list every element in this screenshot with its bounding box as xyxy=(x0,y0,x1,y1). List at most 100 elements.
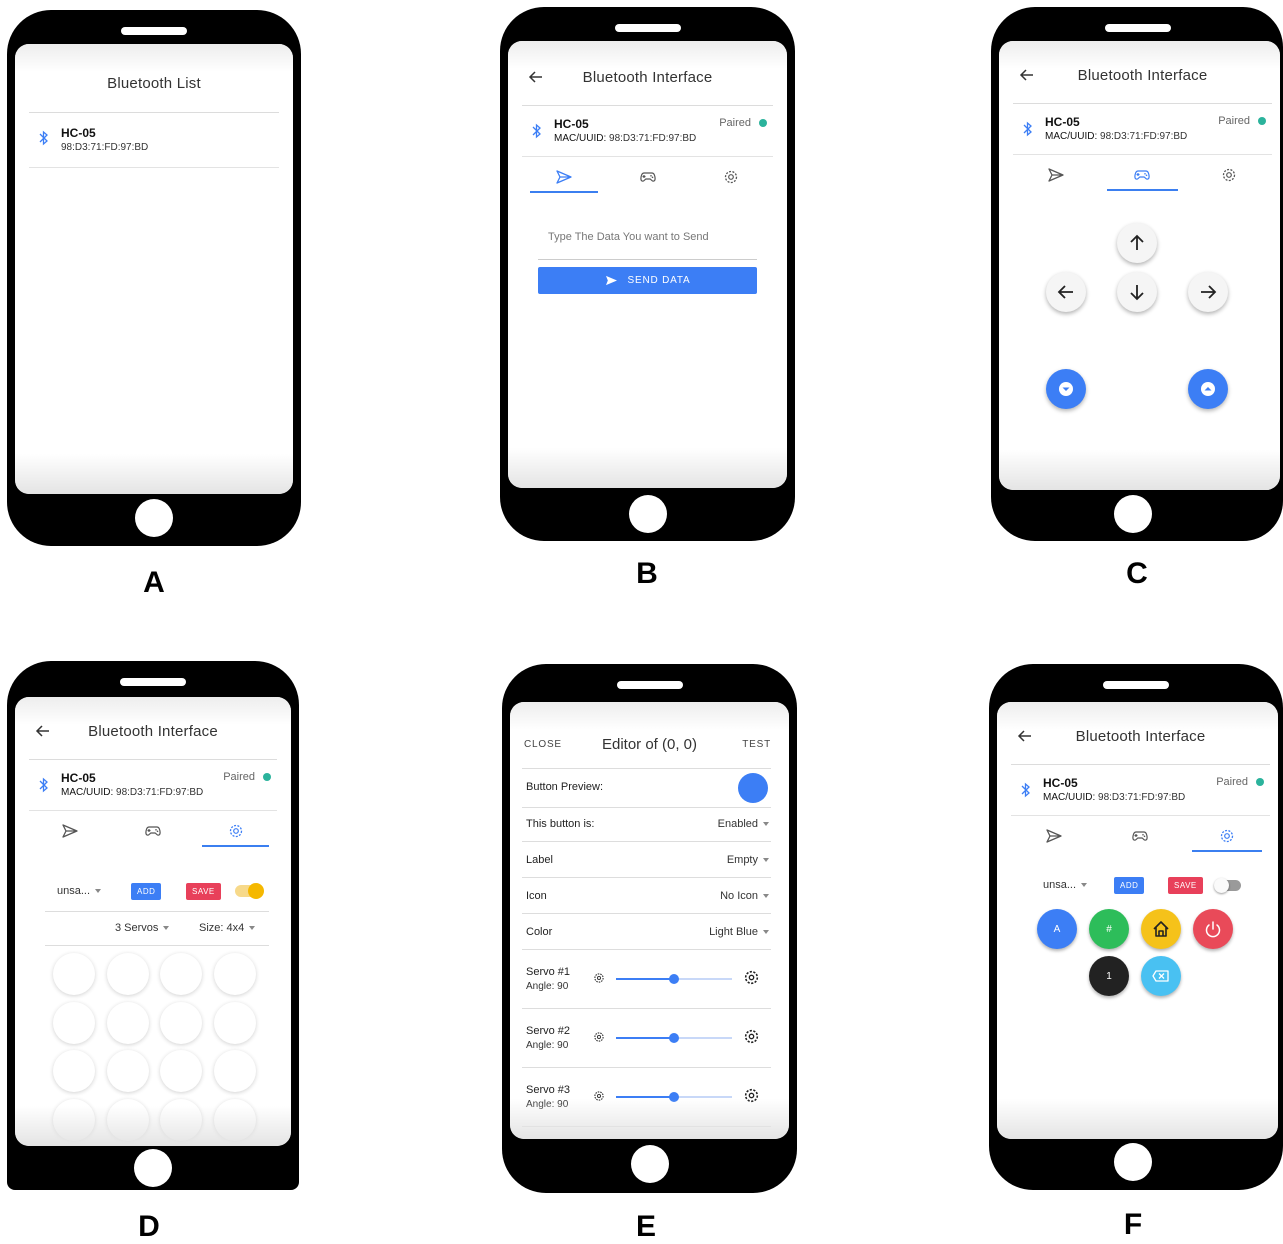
data-input[interactable]: Type The Data You want to Send xyxy=(538,225,757,260)
layout-select[interactable]: unsa... xyxy=(1043,879,1088,891)
tab-settings[interactable] xyxy=(1186,155,1272,195)
empty-grid-button[interactable] xyxy=(160,1001,202,1044)
property-value[interactable]: Empty xyxy=(727,854,769,866)
servo-min-icon[interactable] xyxy=(593,972,605,987)
home-button[interactable] xyxy=(1114,1143,1152,1181)
down-button[interactable] xyxy=(1117,272,1157,312)
speaker xyxy=(616,681,683,689)
page-title: Bluetooth Interface xyxy=(1077,66,1208,84)
app-bar: Bluetooth Interface xyxy=(1011,708,1270,765)
device-list-item[interactable]: HC-05 98:D3:71:FD:97:BD xyxy=(29,113,279,168)
empty-grid-button[interactable] xyxy=(160,953,202,995)
screen: Bluetooth Interface HC-05 MAC/UUID: 98:D… xyxy=(999,41,1280,490)
bluetooth-icon xyxy=(1021,782,1030,798)
chevron-down-icon xyxy=(763,822,769,827)
empty-grid-button[interactable] xyxy=(213,1050,256,1092)
servo-min-icon[interactable] xyxy=(593,1090,605,1105)
home-button[interactable] xyxy=(134,1149,172,1187)
servo-slider-fill xyxy=(616,1096,674,1098)
up-button[interactable] xyxy=(1117,223,1157,263)
save-button[interactable]: SAVE xyxy=(186,883,221,900)
arrow-left-icon[interactable] xyxy=(35,723,51,739)
tab-send[interactable] xyxy=(29,811,112,851)
tab-gamepad[interactable] xyxy=(606,157,690,197)
servo-max-icon[interactable] xyxy=(743,969,760,989)
empty-grid-button[interactable] xyxy=(106,953,149,995)
empty-grid-button[interactable] xyxy=(160,1050,202,1092)
send-data-button[interactable]: SEND DATA xyxy=(538,267,757,294)
empty-grid-button[interactable] xyxy=(106,1098,149,1141)
home-button[interactable] xyxy=(1114,495,1152,533)
empty-grid-button[interactable] xyxy=(213,953,256,995)
tab-bar xyxy=(29,811,277,851)
empty-grid-button[interactable] xyxy=(53,953,95,995)
status-dot xyxy=(263,773,271,781)
button-home[interactable] xyxy=(1141,909,1181,949)
tab-gamepad[interactable] xyxy=(1099,155,1185,195)
empty-grid-button[interactable] xyxy=(106,1050,149,1092)
add-button[interactable]: ADD xyxy=(1114,877,1145,894)
tab-settings[interactable] xyxy=(194,811,277,851)
tab-gamepad[interactable] xyxy=(1097,816,1183,856)
arrow-left-icon[interactable] xyxy=(528,69,544,85)
mac-label: MAC/UUID: xyxy=(61,787,114,798)
save-button[interactable]: SAVE xyxy=(1168,877,1203,894)
empty-grid-button[interactable] xyxy=(106,1001,149,1044)
empty-grid-button[interactable] xyxy=(53,1001,95,1044)
tab-settings[interactable] xyxy=(1184,816,1270,856)
home-button[interactable] xyxy=(135,499,173,537)
tab-gamepad[interactable] xyxy=(112,811,195,851)
tab-send[interactable] xyxy=(522,157,606,197)
arrow-left-icon[interactable] xyxy=(1017,728,1033,744)
property-row[interactable]: Label Empty xyxy=(522,842,771,878)
property-value-text: Light Blue xyxy=(709,926,758,938)
property-value[interactable]: No Icon xyxy=(720,890,769,902)
button-hash[interactable]: # xyxy=(1089,909,1129,949)
raise-button[interactable] xyxy=(1188,369,1228,409)
left-button[interactable] xyxy=(1046,272,1086,312)
add-button[interactable]: ADD xyxy=(131,883,162,900)
button-backspace[interactable] xyxy=(1141,956,1181,996)
tab-settings[interactable] xyxy=(689,157,773,197)
servo-slider-thumb[interactable] xyxy=(669,1092,679,1102)
property-row[interactable]: Color Light Blue xyxy=(522,914,771,950)
property-row[interactable]: Icon No Icon xyxy=(522,878,771,914)
servo-max-icon[interactable] xyxy=(743,1087,760,1107)
arrow-left-icon[interactable] xyxy=(1019,67,1035,83)
servo-slider-thumb[interactable] xyxy=(669,1033,679,1043)
lower-button[interactable] xyxy=(1046,369,1086,409)
button-a[interactable]: A xyxy=(1037,909,1077,949)
size-select[interactable]: Size: 4x4 xyxy=(199,922,256,934)
property-value[interactable]: Light Blue xyxy=(709,926,769,938)
home-button[interactable] xyxy=(630,1145,669,1183)
tab-send[interactable] xyxy=(1013,155,1099,195)
speaker xyxy=(120,678,186,686)
servo-max-icon[interactable] xyxy=(743,1028,760,1048)
tab-send[interactable] xyxy=(1011,816,1097,856)
empty-grid-button[interactable] xyxy=(160,1098,202,1141)
property-row[interactable]: This button is: Enabled xyxy=(522,806,771,842)
edit-toggle[interactable] xyxy=(1214,878,1241,893)
servo-slider[interactable] xyxy=(616,974,732,984)
empty-grid-button[interactable] xyxy=(213,1001,256,1044)
button-power[interactable] xyxy=(1193,909,1233,949)
panel-letter: C xyxy=(1126,557,1148,590)
layout-toolbar: unsa... ADD SAVE xyxy=(45,877,269,912)
servo-slider-thumb[interactable] xyxy=(669,974,679,984)
button-one[interactable]: 1 xyxy=(1089,956,1129,996)
test-button[interactable]: TEST xyxy=(742,739,771,750)
empty-grid-button[interactable] xyxy=(213,1098,256,1141)
servo-slider[interactable] xyxy=(616,1092,732,1102)
servo-min-icon[interactable] xyxy=(593,1031,605,1046)
tab-bar xyxy=(1011,816,1270,856)
empty-grid-button[interactable] xyxy=(53,1050,95,1092)
gear-icon xyxy=(1222,168,1235,182)
empty-grid-button[interactable] xyxy=(53,1098,95,1141)
servo-slider[interactable] xyxy=(616,1033,732,1043)
edit-toggle[interactable] xyxy=(235,883,264,899)
right-button[interactable] xyxy=(1188,272,1228,312)
home-button[interactable] xyxy=(628,495,667,533)
servos-select[interactable]: 3 Servos xyxy=(115,922,170,934)
layout-select[interactable]: unsa... xyxy=(57,885,102,897)
property-value[interactable]: Enabled xyxy=(718,818,769,830)
